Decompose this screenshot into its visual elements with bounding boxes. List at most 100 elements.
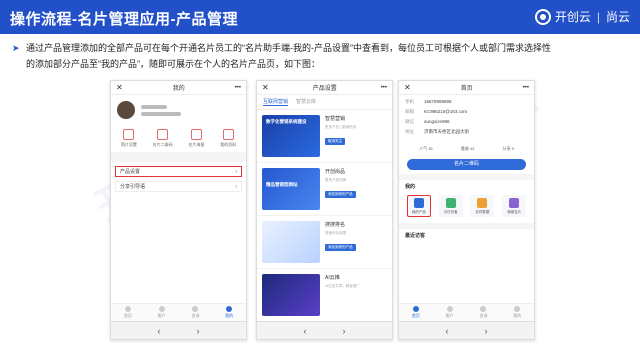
blurred-info [141, 111, 181, 116]
feature-item[interactable]: 我的资料 [220, 129, 236, 148]
reliable-stat: 靠谱 43 [460, 146, 475, 151]
profile-card [111, 95, 246, 125]
more-icon[interactable]: ••• [235, 85, 241, 91]
close-icon[interactable]: ✕ [404, 83, 411, 92]
feature-item[interactable]: 简片设置 [121, 129, 137, 148]
contact-info: 手机 15678969888 邮箱 KC986210@163.com 微信 aungs… [399, 95, 534, 143]
product-sub: AI生成文章，精准推广 [325, 284, 360, 288]
tab-mine[interactable]: 我的 [513, 306, 521, 319]
product-action-button[interactable]: 添加到我的产品 [325, 244, 356, 251]
product-sub: 更多产品 | 营销好用 [325, 125, 356, 129]
more-icon[interactable]: ••• [523, 85, 529, 91]
eye-icon [123, 129, 135, 140]
phone-my-page: ✕ 我的 ••• 简片设置 名片二维码 名片海报 我的资料 产品设置 › 分享引导… [110, 80, 247, 340]
section-mine-title: 我的 [405, 184, 416, 190]
tab-customers[interactable]: 客户 [446, 306, 454, 319]
product-sub: 更多产品详情 [325, 178, 346, 182]
product-name: 开创尚品 [325, 169, 346, 175]
tab-bar: 首页 客户 咨询 我的 [399, 303, 534, 321]
description: ➤ 通过产品管理添加的全部产品可在每个开通名片员工的“名片助手端-我的-产品设置… [12, 40, 626, 72]
tab-consult[interactable]: 咨询 [479, 306, 487, 319]
browser-nav: ‹ › [257, 321, 392, 339]
info-row: 地址 济南市天桥区北园大街 [405, 129, 469, 134]
product-image: 数字化营销系统建设 [262, 115, 320, 157]
product-action-button[interactable]: 取消关注 [325, 138, 345, 145]
close-icon[interactable]: ✕ [262, 83, 269, 92]
bullet-arrow-icon: ➤ [12, 43, 20, 53]
phone-title: 首页 [460, 86, 473, 92]
back-icon[interactable]: ‹ [446, 326, 449, 336]
product-item: AI云推 AI生成文章，精准推广 [257, 269, 392, 322]
tab-internet-marketing[interactable]: 互联网营销 [263, 98, 289, 106]
mine-grid: 我的产品 今日访客 实时数据 海报名片 [399, 193, 534, 219]
product-item: 精品营销型网站 开创尚品 更多产品详情 添加到我的产品 [257, 163, 392, 216]
feature-icons: 简片设置 名片二维码 名片海报 我的资料 [111, 125, 246, 152]
tab-home[interactable]: 首页 [124, 306, 132, 319]
product-item: 搜搜排名 快速优化效果 添加到我的产品 [257, 216, 392, 269]
realtime-data-button[interactable]: 实时数据 [470, 195, 495, 217]
stats-row: 人气 35 靠谱 43 分享 9 [399, 143, 534, 155]
popularity-stat: 人气 35 [419, 146, 433, 151]
forward-icon[interactable]: › [197, 326, 200, 336]
phone-header: ✕ 我的 ••• [111, 81, 246, 95]
close-icon[interactable]: ✕ [116, 83, 123, 92]
poster-icon [509, 197, 520, 208]
poster-card-button[interactable]: 海报名片 [502, 195, 527, 217]
product-action-button[interactable]: 添加到我的产品 [325, 191, 356, 198]
divider [111, 152, 246, 162]
phone-header: ✕ 首页 ••• [399, 81, 534, 95]
share-stat[interactable]: 分享 9 [503, 146, 514, 152]
category-tabs: 互联网营销 智慧云库 [257, 95, 392, 110]
logo-text: 开创云 [554, 10, 591, 24]
tab-mine[interactable]: 我的 [225, 306, 233, 319]
feature-item[interactable]: 名片二维码 [153, 129, 173, 148]
logo-separator: | [596, 9, 600, 24]
product-icon [413, 197, 424, 208]
product-name: AI云推 [325, 275, 340, 281]
menu-item-product-settings[interactable]: 产品设置 › [115, 166, 242, 177]
chart-icon [477, 197, 488, 208]
info-row: 手机 15678969888 [405, 99, 452, 104]
description-line: 的添加部分产品至“我的产品”，随即可展示在个人的名片产品页，如下图： [26, 59, 320, 69]
more-icon[interactable]: ••• [381, 85, 387, 91]
avatar [117, 101, 135, 119]
visitor-icon [445, 197, 456, 208]
product-item: 数字化营销系统建设 智慧营销 更多产品 | 营销好用 取消关注 [257, 110, 392, 163]
browser-nav: ‹ › [399, 321, 534, 339]
card-qrcode-button[interactable]: 名片二维码 [407, 159, 526, 170]
tab-customers[interactable]: 客户 [158, 306, 166, 319]
back-icon[interactable]: ‹ [158, 326, 161, 336]
forward-icon[interactable]: › [485, 326, 488, 336]
today-visitors-button[interactable]: 今日访客 [438, 195, 463, 217]
product-image: 精品营销型网站 [262, 168, 320, 210]
product-image [262, 221, 320, 263]
blurred-name [141, 104, 167, 109]
menu-item-share-guide[interactable]: 分享引导语 › [115, 181, 242, 192]
logo-mark-icon [534, 8, 551, 25]
my-products-button[interactable]: 我的产品 [406, 195, 431, 217]
phone-header: ✕ 产品设置 ••• [257, 81, 392, 95]
product-sub: 快速优化效果 [325, 231, 346, 235]
phone-title: 我的 [172, 86, 185, 92]
logo-brand: 尚云 [605, 10, 630, 24]
profile-icon [222, 129, 234, 140]
chevron-right-icon: › [235, 183, 237, 190]
forward-icon[interactable]: › [343, 326, 346, 336]
product-name: 智慧营销 [325, 116, 346, 122]
tab-smart-cloud[interactable]: 智慧云库 [296, 98, 316, 106]
qrcode-icon [157, 129, 169, 140]
product-image [262, 274, 320, 316]
phone-product-settings: ✕ 产品设置 ••• 互联网营销 智慧云库 数字化营销系统建设 智慧营销 更多产… [256, 80, 393, 340]
brand-logo: 开创云 | 尚云 [534, 8, 630, 25]
phone-home-card: ✕ 首页 ••• 手机 15678969888 邮箱 KC986210@163.co… [398, 80, 535, 340]
feature-item[interactable]: 名片海报 [188, 129, 204, 148]
back-icon[interactable]: ‹ [304, 326, 307, 336]
description-line: 通过产品管理添加的全部产品可在每个开通名片员工的“名片助手端-我的-产品设置”中… [26, 43, 551, 53]
page-title: 操作流程-名片管理应用-产品管理 [10, 11, 238, 28]
tab-consult[interactable]: 咨询 [191, 306, 199, 319]
tab-bar: 首页 客户 咨询 我的 [111, 303, 246, 321]
phone-title: 产品设置 [312, 86, 337, 92]
browser-nav: ‹ › [111, 321, 246, 339]
poster-icon [190, 129, 202, 140]
tab-home[interactable]: 首页 [412, 306, 420, 319]
